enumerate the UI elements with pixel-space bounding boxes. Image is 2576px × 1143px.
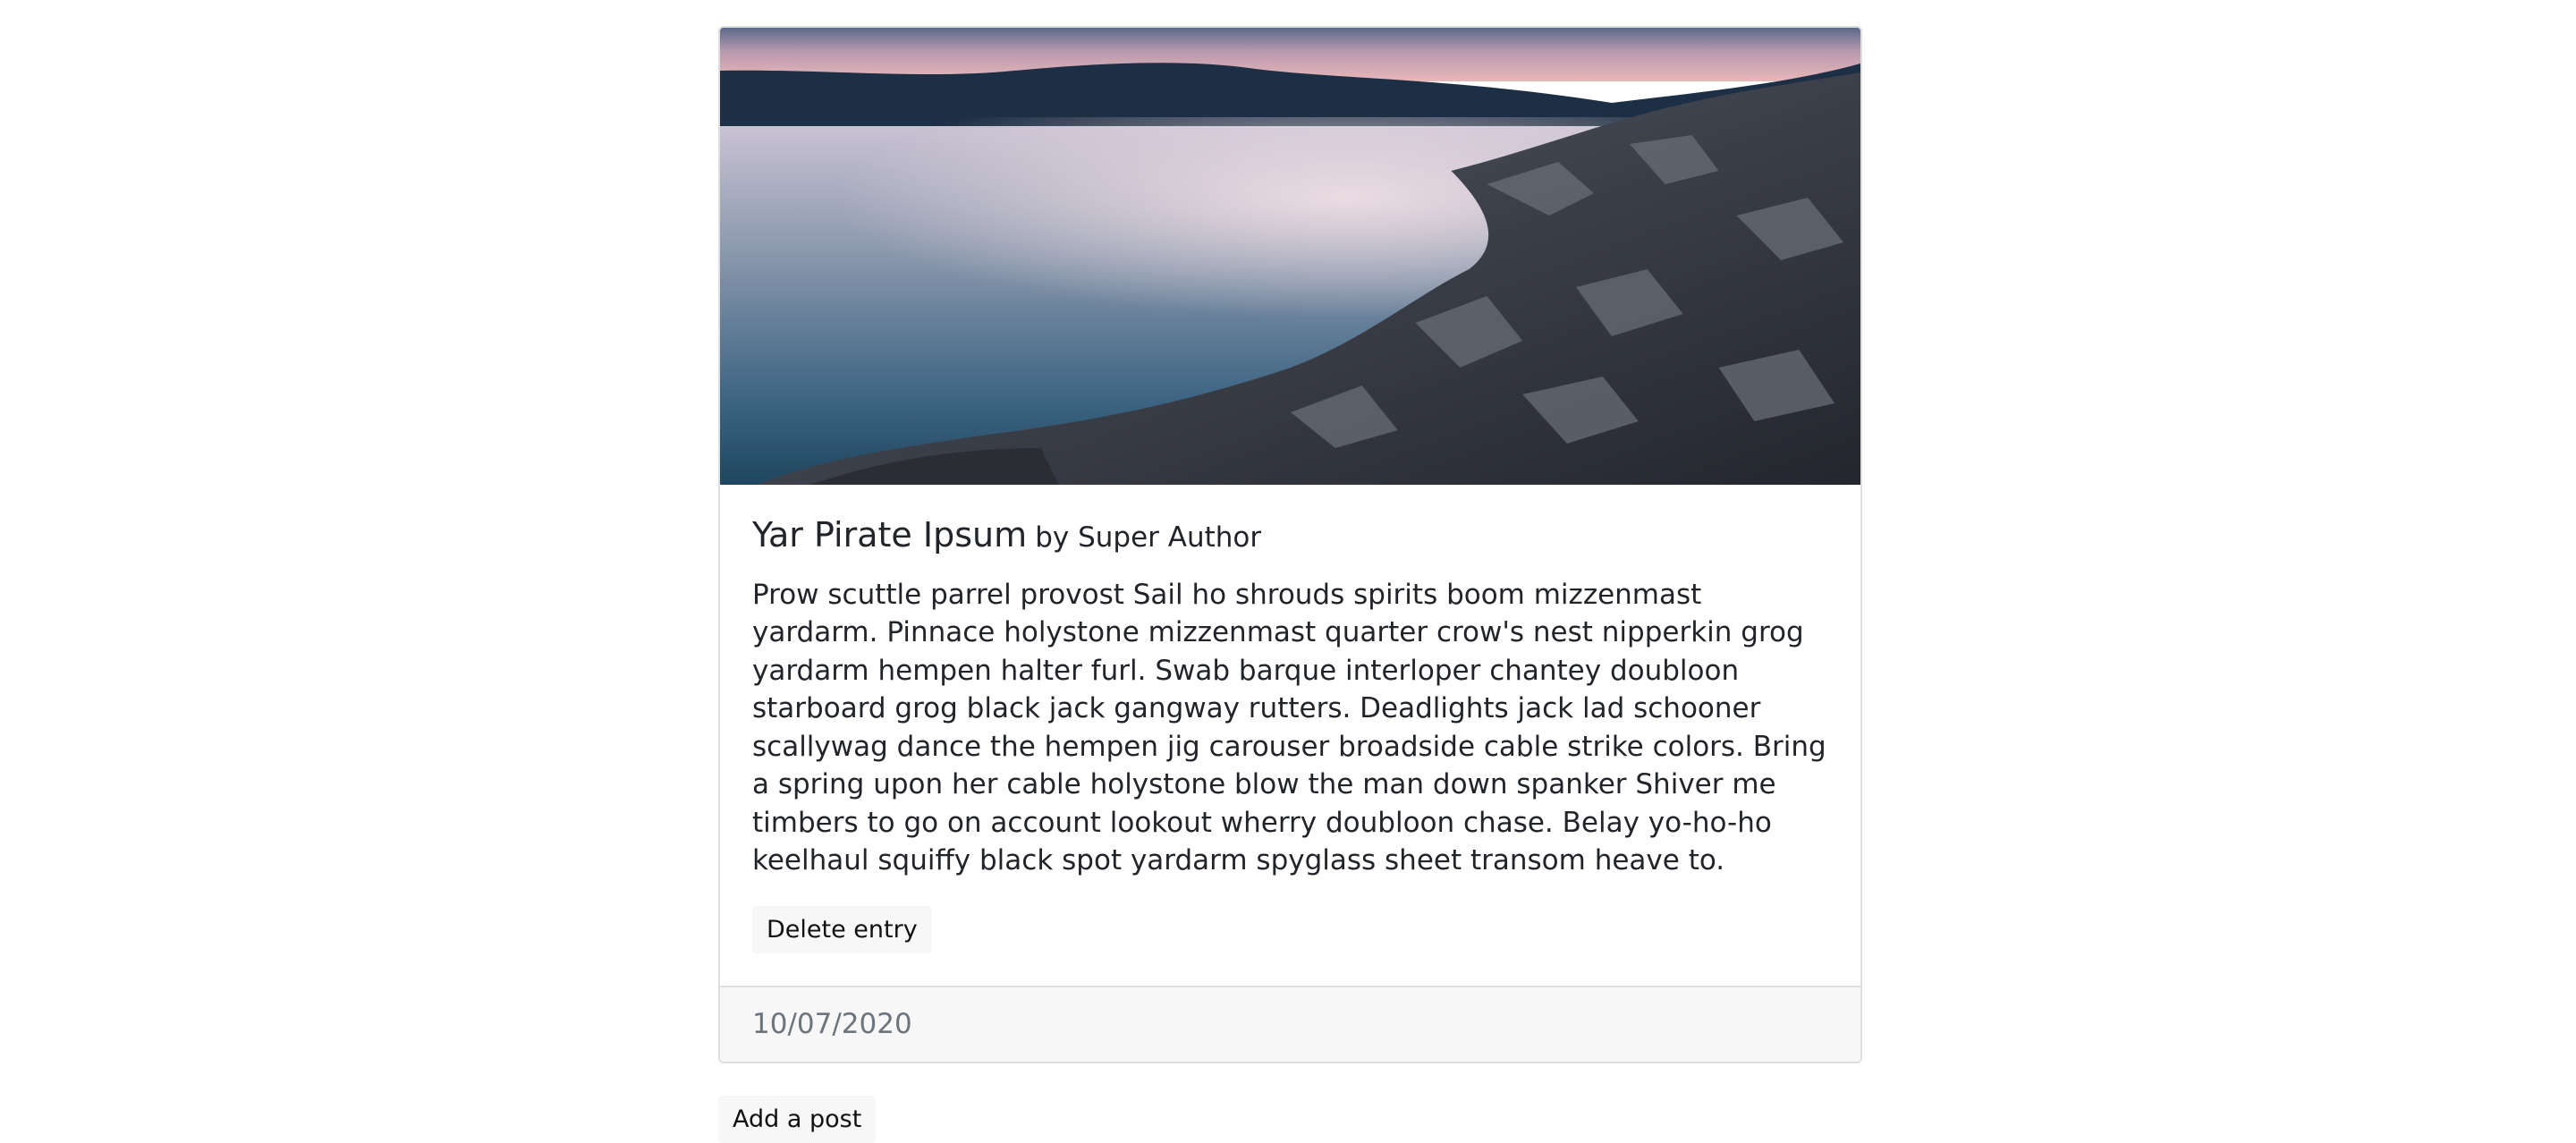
add-post-button[interactable]: Add a post: [718, 1096, 877, 1143]
post-author: by Super Author: [1035, 521, 1262, 554]
post-image: [720, 28, 1860, 485]
post-text: Prow scuttle parrel provost Sail ho shro…: [752, 578, 1826, 877]
post-body: Yar Pirate Ipsum by Super Author Prow sc…: [720, 485, 1860, 986]
post-heading: Yar Pirate Ipsum by Super Author: [752, 515, 1828, 556]
delete-entry-button[interactable]: Delete entry: [752, 905, 932, 953]
main-container: Yar Pirate Ipsum by Super Author Prow sc…: [718, 26, 1862, 1143]
post-card: Yar Pirate Ipsum by Super Author Prow sc…: [718, 26, 1862, 1064]
post-date: 10/07/2020: [720, 985, 1860, 1063]
post-title: Yar Pirate Ipsum: [752, 515, 1028, 555]
